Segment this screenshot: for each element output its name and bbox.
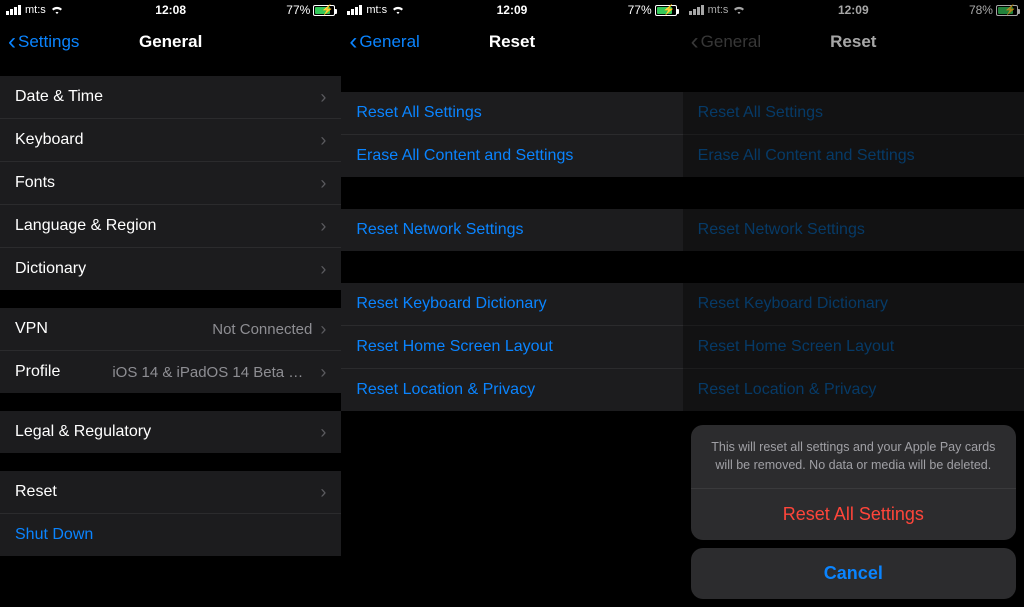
- wifi-icon: [391, 5, 405, 15]
- chevron-right-icon: ›: [320, 88, 326, 106]
- chevron-right-icon: ›: [320, 363, 326, 381]
- row-dictionary[interactable]: Dictionary›: [0, 248, 341, 290]
- screen-reset: mt:s 12:09 77% ⚡ ‹ General Reset Reset A…: [341, 0, 682, 607]
- cancel-button[interactable]: Cancel: [691, 548, 1016, 599]
- row-profile[interactable]: ProfileiOS 14 & iPadOS 14 Beta Softwar..…: [0, 351, 341, 393]
- group: VPNNot Connected› ProfileiOS 14 & iPadOS…: [0, 308, 341, 393]
- group: Reset› Shut Down›: [0, 471, 341, 556]
- row-fonts[interactable]: Fonts›: [0, 162, 341, 205]
- chevron-right-icon: ›: [320, 174, 326, 192]
- back-button: ‹ General: [691, 30, 761, 54]
- row-reset-all-settings[interactable]: Reset All Settings›: [341, 92, 682, 135]
- wifi-icon: [50, 5, 64, 15]
- group: Date & Time› Keyboard› Fonts› Language &…: [0, 76, 341, 290]
- row-reset-all-settings: Reset All Settings›: [683, 92, 1024, 135]
- battery-icon: ⚡: [313, 5, 335, 16]
- row-language-region[interactable]: Language & Region›: [0, 205, 341, 248]
- battery-percent: 78%: [969, 3, 993, 17]
- vpn-status: Not Connected: [212, 321, 312, 338]
- signal-icon: [347, 5, 362, 15]
- row-vpn[interactable]: VPNNot Connected›: [0, 308, 341, 351]
- group: Reset Keyboard Dictionary› Reset Home Sc…: [683, 283, 1024, 411]
- signal-icon: [6, 5, 21, 15]
- row-legal[interactable]: Legal & Regulatory›: [0, 411, 341, 453]
- battery-icon: ⚡: [996, 5, 1018, 16]
- back-button[interactable]: ‹ Settings: [8, 30, 79, 54]
- chevron-right-icon: ›: [320, 217, 326, 235]
- battery-percent: 77%: [628, 3, 652, 17]
- screen-general: mt:s 12:08 77% ⚡ ‹ Settings General Date…: [0, 0, 341, 607]
- page-title: Reset: [830, 32, 876, 52]
- page-title: Reset: [489, 32, 535, 52]
- page-title: General: [139, 32, 202, 52]
- chevron-left-icon: ‹: [349, 30, 357, 54]
- group: Legal & Regulatory›: [0, 411, 341, 453]
- chevron-right-icon: ›: [320, 320, 326, 338]
- row-keyboard[interactable]: Keyboard›: [0, 119, 341, 162]
- row-reset-location-privacy: Reset Location & Privacy›: [683, 369, 1024, 411]
- back-label: General: [701, 32, 761, 52]
- row-erase-all[interactable]: Erase All Content and Settings›: [341, 135, 682, 177]
- group: Reset Network Settings›: [683, 209, 1024, 251]
- status-bar: mt:s 12:08 77% ⚡: [0, 0, 341, 20]
- back-button[interactable]: ‹ General: [349, 30, 419, 54]
- signal-icon: [689, 5, 704, 15]
- row-reset-keyboard-dict[interactable]: Reset Keyboard Dictionary›: [341, 283, 682, 326]
- row-erase-all: Erase All Content and Settings›: [683, 135, 1024, 177]
- row-reset-keyboard-dict: Reset Keyboard Dictionary›: [683, 283, 1024, 326]
- nav-bar: ‹ General Reset: [683, 20, 1024, 64]
- status-bar: mt:s 12:09 77% ⚡: [341, 0, 682, 20]
- row-reset-home-layout[interactable]: Reset Home Screen Layout›: [341, 326, 682, 369]
- row-reset[interactable]: Reset›: [0, 471, 341, 514]
- carrier-label: mt:s: [25, 4, 46, 16]
- row-reset-home-layout: Reset Home Screen Layout›: [683, 326, 1024, 369]
- screen-reset-confirm: mt:s 12:09 78% ⚡ ‹ General Reset Reset A…: [683, 0, 1024, 607]
- carrier-label: mt:s: [708, 4, 729, 16]
- chevron-right-icon: ›: [320, 483, 326, 501]
- chevron-left-icon: ‹: [8, 30, 16, 54]
- row-date-time[interactable]: Date & Time›: [0, 76, 341, 119]
- clock: 12:09: [497, 3, 528, 17]
- content: Date & Time› Keyboard› Fonts› Language &…: [0, 64, 341, 607]
- back-label: Settings: [18, 32, 79, 52]
- action-sheet-message: This will reset all settings and your Ap…: [691, 425, 1016, 489]
- row-shutdown[interactable]: Shut Down›: [0, 514, 341, 556]
- group: Reset All Settings› Erase All Content an…: [683, 92, 1024, 177]
- battery-icon: ⚡: [655, 5, 677, 16]
- nav-bar: ‹ General Reset: [341, 20, 682, 64]
- nav-bar: ‹ Settings General: [0, 20, 341, 64]
- row-reset-network[interactable]: Reset Network Settings›: [341, 209, 682, 251]
- reset-all-settings-button[interactable]: Reset All Settings: [691, 489, 1016, 540]
- chevron-right-icon: ›: [320, 423, 326, 441]
- carrier-label: mt:s: [366, 4, 387, 16]
- clock: 12:08: [155, 3, 186, 17]
- action-sheet: This will reset all settings and your Ap…: [691, 425, 1016, 599]
- content: Reset All Settings› Erase All Content an…: [341, 64, 682, 607]
- chevron-right-icon: ›: [320, 260, 326, 278]
- battery-percent: 77%: [286, 3, 310, 17]
- group: Reset Keyboard Dictionary› Reset Home Sc…: [341, 283, 682, 411]
- row-reset-network: Reset Network Settings›: [683, 209, 1024, 251]
- action-sheet-card: This will reset all settings and your Ap…: [691, 425, 1016, 540]
- chevron-left-icon: ‹: [691, 30, 699, 54]
- row-reset-location-privacy[interactable]: Reset Location & Privacy›: [341, 369, 682, 411]
- profile-detail: iOS 14 & iPadOS 14 Beta Softwar...: [112, 364, 312, 381]
- wifi-icon: [732, 5, 746, 15]
- clock: 12:09: [838, 3, 869, 17]
- back-label: General: [359, 32, 419, 52]
- status-bar: mt:s 12:09 78% ⚡: [683, 0, 1024, 20]
- group: Reset Network Settings›: [341, 209, 682, 251]
- chevron-right-icon: ›: [320, 131, 326, 149]
- group: Reset All Settings› Erase All Content an…: [341, 92, 682, 177]
